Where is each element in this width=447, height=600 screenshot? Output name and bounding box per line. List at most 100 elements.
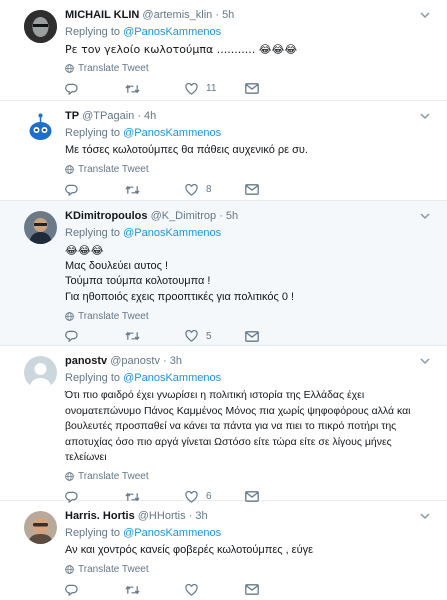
heart-icon bbox=[185, 82, 198, 95]
tweet-text: 😂😂😂 Μας δουλεύει αυτος ! Τούμπα τούμπα κ… bbox=[65, 243, 437, 305]
chevron-down-icon[interactable] bbox=[419, 111, 431, 121]
tweet-actions: 5 bbox=[65, 328, 437, 344]
reply-icon bbox=[65, 83, 78, 95]
direct-message-button[interactable] bbox=[245, 331, 305, 342]
like-button[interactable] bbox=[185, 583, 245, 596]
tweet-text: Με τόσες κωλοτούμπες θα πάθεις αυχενικό … bbox=[65, 143, 437, 159]
retweet-icon bbox=[125, 585, 140, 594]
tweet[interactable]: panostv @panostv · 3h Replying to @Panos… bbox=[0, 346, 447, 503]
reply-prefix: Replying to bbox=[65, 227, 121, 239]
reply-button[interactable] bbox=[65, 584, 125, 596]
timestamp[interactable]: · 5h bbox=[219, 210, 238, 222]
globe-icon bbox=[65, 64, 74, 73]
author-handle[interactable]: @artemis_klin bbox=[142, 9, 212, 21]
avatar[interactable] bbox=[24, 211, 57, 244]
like-button[interactable]: 5 bbox=[185, 330, 245, 343]
envelope-icon bbox=[245, 331, 259, 342]
translate-label: Translate Tweet bbox=[78, 564, 149, 576]
reply-prefix: Replying to bbox=[65, 372, 121, 384]
direct-message-button[interactable] bbox=[245, 584, 305, 595]
tweet-line: Τούμπα τούμπα κολοτουμπα ! bbox=[65, 275, 211, 288]
avatar[interactable] bbox=[24, 511, 57, 544]
timestamp[interactable]: · 5h bbox=[215, 9, 234, 21]
reply-context: Replying to @PanosKammenos bbox=[65, 25, 437, 39]
reply-button[interactable] bbox=[65, 330, 125, 343]
reply-button[interactable] bbox=[65, 184, 125, 196]
reply-context: Replying to @PanosKammenos bbox=[65, 226, 437, 240]
translate-tweet-link[interactable]: Translate Tweet bbox=[65, 563, 437, 577]
reply-mention-link[interactable]: @PanosKammenos bbox=[123, 527, 221, 539]
timestamp[interactable]: · 3h bbox=[163, 355, 182, 367]
reply-mention-link[interactable]: @PanosKammenos bbox=[123, 127, 221, 139]
tweet[interactable]: KDimitropoulos @K_Dimitrop · 5h Replying… bbox=[0, 201, 447, 346]
author-handle[interactable]: @TPagain bbox=[82, 110, 134, 122]
reply-mention-link[interactable]: @PanosKammenos bbox=[123, 372, 221, 384]
heart-icon bbox=[185, 330, 198, 343]
tweet-line: αποτυχίας όσο πιο αργά γίνεται Ωστόσο εί… bbox=[65, 435, 392, 448]
translate-tweet-link[interactable]: Translate Tweet bbox=[65, 62, 437, 76]
author-name[interactable]: TP bbox=[65, 110, 79, 122]
like-count: 8 bbox=[206, 184, 212, 196]
reply-prefix: Replying to bbox=[65, 26, 121, 38]
avatar[interactable] bbox=[24, 356, 57, 389]
translate-tweet-link[interactable]: Translate Tweet bbox=[65, 163, 437, 177]
tweet-line: Με τόσες κωλοτούμπες θα πάθεις αυχενικό … bbox=[65, 144, 308, 156]
reply-icon bbox=[65, 584, 78, 596]
author-name[interactable]: MICHAIL KLIN bbox=[65, 9, 139, 21]
tweet-header: panostv @panostv · 3h bbox=[65, 354, 437, 368]
author-name[interactable]: Harris. Hortis bbox=[65, 510, 135, 522]
tweet-line: 😂😂😂 bbox=[65, 244, 104, 257]
translate-label: Translate Tweet bbox=[78, 63, 149, 75]
chevron-down-icon[interactable] bbox=[419, 356, 431, 366]
like-button[interactable]: 11 bbox=[185, 82, 245, 95]
direct-message-button[interactable] bbox=[245, 184, 305, 195]
reply-mention-link[interactable]: @PanosKammenos bbox=[123, 227, 221, 239]
author-name[interactable]: panostv bbox=[65, 355, 107, 367]
tweet[interactable]: TP @TPagain · 4h Replying to @PanosKamme… bbox=[0, 101, 447, 201]
like-button[interactable]: 8 bbox=[185, 183, 245, 196]
globe-icon bbox=[65, 472, 74, 482]
chevron-down-icon[interactable] bbox=[419, 511, 431, 521]
tweet-line: Αν και χοντρός κανείς φοβερές κωλοτούμπε… bbox=[65, 544, 314, 556]
reply-context: Replying to @PanosKammenos bbox=[65, 526, 437, 540]
reply-context: Replying to @PanosKammenos bbox=[65, 371, 437, 385]
globe-icon bbox=[65, 565, 74, 574]
avatar[interactable] bbox=[24, 111, 57, 144]
tweet-actions: 8 bbox=[65, 182, 437, 198]
translate-tweet-link[interactable]: Translate Tweet bbox=[65, 470, 437, 484]
envelope-icon bbox=[245, 83, 259, 94]
chevron-down-icon[interactable] bbox=[419, 211, 431, 221]
retweet-button[interactable] bbox=[125, 584, 185, 596]
retweet-button[interactable] bbox=[125, 83, 185, 95]
tweet-actions bbox=[65, 582, 437, 598]
translate-label: Translate Tweet bbox=[78, 310, 149, 322]
reply-icon bbox=[65, 331, 78, 343]
retweet-button[interactable] bbox=[125, 330, 185, 342]
reply-button[interactable] bbox=[65, 83, 125, 95]
reply-mention-link[interactable]: @PanosKammenos bbox=[123, 26, 221, 38]
chevron-down-icon[interactable] bbox=[419, 10, 431, 20]
retweet-button[interactable] bbox=[125, 184, 185, 196]
tweet-header: Harris. Hortis @HHortis · 3h bbox=[65, 509, 437, 523]
tweet-text: Αν και χοντρός κανείς φοβερές κωλοτούμπε… bbox=[65, 543, 437, 559]
author-name[interactable]: KDimitropoulos bbox=[65, 210, 148, 222]
tweet-line: Ότι πιο φαιδρό έχει γνωρίσει η πολιτική … bbox=[65, 389, 365, 401]
globe-icon bbox=[65, 312, 74, 321]
avatar[interactable] bbox=[24, 10, 57, 43]
tweet-line: Μας δουλεύει αυτος ! bbox=[65, 259, 169, 272]
tweet[interactable]: MICHAIL KLIN @artemis_klin · 5h Replying… bbox=[0, 0, 447, 101]
author-handle[interactable]: @panostv bbox=[110, 355, 160, 367]
translate-tweet-link[interactable]: Translate Tweet bbox=[65, 309, 437, 323]
tweet-line: Ρε τον γελοίο κωλοτούμπα ........... 😂😂😂 bbox=[65, 43, 298, 56]
tweet-header: TP @TPagain · 4h bbox=[65, 109, 437, 123]
direct-message-button[interactable] bbox=[245, 83, 305, 94]
author-handle[interactable]: @K_Dimitrop bbox=[151, 210, 217, 222]
retweet-icon bbox=[125, 332, 140, 341]
retweet-icon bbox=[125, 84, 140, 93]
tweet[interactable]: Harris. Hortis @HHortis · 3h Replying to… bbox=[0, 501, 447, 600]
author-handle[interactable]: @HHortis bbox=[138, 510, 186, 522]
timestamp[interactable]: · 4h bbox=[137, 110, 156, 122]
globe-icon bbox=[65, 165, 74, 174]
timestamp[interactable]: · 3h bbox=[189, 510, 208, 522]
tweet-text: Ότι πιο φαιδρό έχει γνωρίσει η πολιτική … bbox=[65, 388, 437, 466]
